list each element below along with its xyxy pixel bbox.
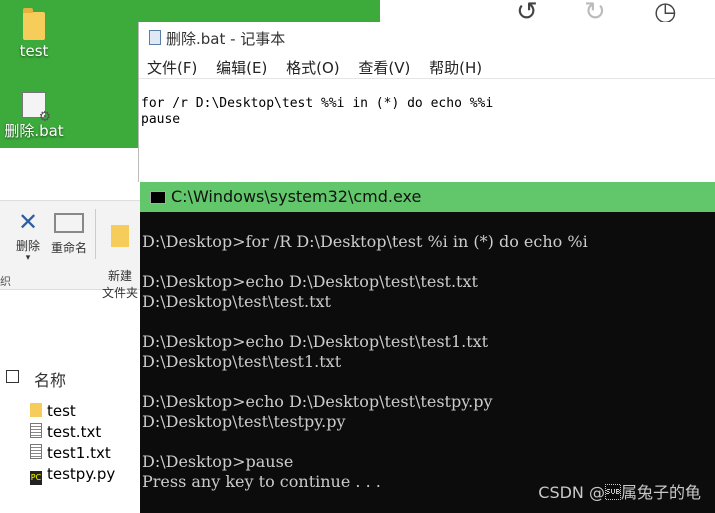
notepad-text-area[interactable]: for /r D:\Desktop\test %%i in (*) do ech… (141, 96, 493, 128)
desktop-icon-label: 删除.bat (4, 122, 64, 140)
menu-edit[interactable]: 编辑(E) (216, 59, 267, 77)
desktop-icon-test-folder[interactable]: test (0, 8, 74, 60)
file-explorer-window: ✕ 删除 ▾ 重命名 新建 文件夹 织 名称 test test.txt tes… (0, 148, 140, 513)
delete-label: 删除 (15, 239, 40, 253)
file-name: test.txt (47, 423, 102, 441)
notepad-titlebar: 删除.bat - 记事本 (149, 28, 285, 49)
cmd-output[interactable]: D:\Desktop>for /R D:\Desktop\test %i in … (142, 232, 588, 492)
notepad-icon (149, 30, 161, 45)
file-list-header: 名称 (0, 363, 140, 391)
delete-button[interactable]: ✕ 删除 ▾ (8, 207, 48, 263)
folder-icon (30, 403, 42, 417)
new-folder-label: 新建 文件夹 (101, 269, 138, 300)
file-list-item[interactable]: test.txt (30, 423, 101, 443)
menu-file[interactable]: 文件(F) (147, 59, 197, 77)
notepad-window: 删除.bat - 记事本 文件(F) 编辑(E) 格式(O) 查看(V) 帮助(… (138, 22, 715, 182)
file-name: testpy.py (47, 465, 116, 483)
menu-format[interactable]: 格式(O) (286, 59, 340, 77)
notepad-title: 删除.bat - 记事本 (166, 30, 286, 48)
file-name: test (47, 402, 76, 420)
file-list-item[interactable]: test (30, 402, 76, 422)
ribbon-group-label: 织 (0, 275, 11, 288)
delete-icon: ✕ (17, 208, 39, 236)
text-file-icon (30, 444, 42, 459)
file-name: test1.txt (47, 444, 111, 462)
python-file-icon: PC (30, 471, 42, 485)
batch-file-icon (22, 92, 51, 125)
dropdown-arrow-icon: ▾ (25, 253, 31, 263)
text-file-icon (30, 423, 42, 438)
browser-toolbar: ↺ ↻ ◷ (380, 0, 715, 27)
desktop-icon-bat-file[interactable]: 删除.bat (0, 90, 74, 141)
column-header-name[interactable]: 名称 (34, 367, 66, 391)
desktop-icon-label: test (19, 42, 49, 60)
notepad-menubar: 文件(F) 编辑(E) 格式(O) 查看(V) 帮助(H) (147, 57, 496, 78)
cmd-title: C:\Windows\system32\cmd.exe (171, 187, 422, 206)
menu-view[interactable]: 查看(V) (358, 59, 410, 77)
menubar-divider (139, 78, 715, 79)
explorer-ribbon: ✕ 删除 ▾ 重命名 新建 文件夹 织 (0, 200, 140, 300)
file-list-item[interactable]: test1.txt (30, 444, 111, 464)
ribbon-divider (95, 209, 96, 259)
new-folder-icon (111, 225, 129, 247)
file-list-item[interactable]: PC testpy.py (30, 465, 115, 485)
watermark: CSDN @属兔子的龟 (538, 483, 701, 502)
rename-button[interactable]: 重命名 (48, 207, 90, 256)
folder-icon (23, 8, 45, 40)
select-all-checkbox[interactable] (6, 370, 19, 383)
new-folder-button[interactable]: 新建 文件夹 (100, 207, 140, 301)
cmd-window: C:\Windows\system32\cmd.exe D:\Desktop>f… (140, 182, 715, 513)
rename-label: 重命名 (50, 241, 87, 255)
rename-icon (54, 213, 84, 233)
menu-help[interactable]: 帮助(H) (429, 59, 482, 77)
console-icon (150, 191, 166, 204)
cmd-titlebar[interactable]: C:\Windows\system32\cmd.exe (140, 182, 715, 212)
